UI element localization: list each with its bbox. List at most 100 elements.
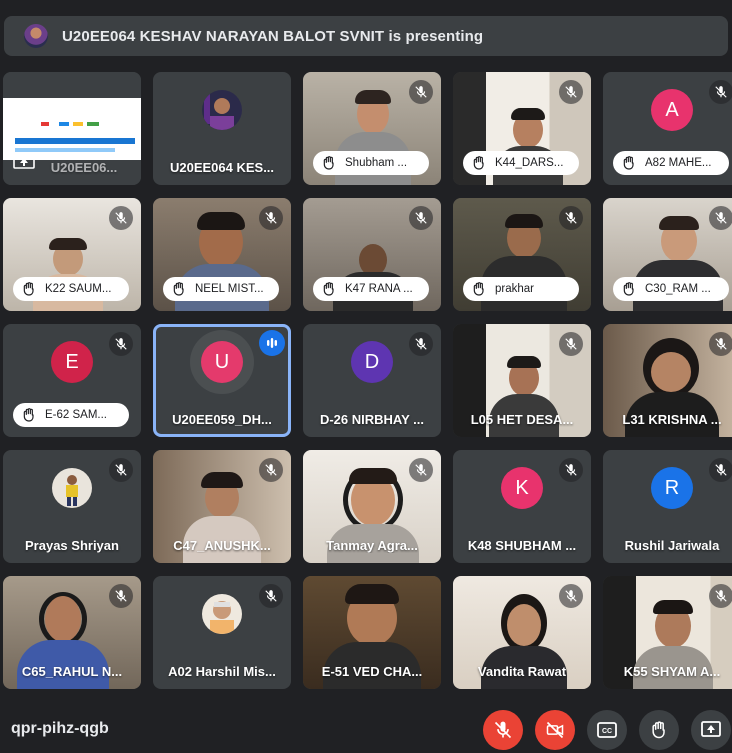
mic-off-icon bbox=[709, 206, 732, 230]
participant-tile[interactable]: R Rushil Jariwala bbox=[603, 450, 732, 563]
participant-name: C65_RAHUL N... bbox=[21, 664, 123, 679]
hand-raised-icon bbox=[623, 156, 634, 170]
mic-off-icon bbox=[559, 458, 583, 482]
avatar bbox=[202, 90, 242, 130]
participant-tile[interactable]: U20EE064 KES... bbox=[153, 72, 291, 185]
participant-tile[interactable]: K47 RANA ... bbox=[303, 198, 441, 311]
hand-raised-badge: K47 RANA ... bbox=[313, 277, 429, 301]
participant-name: C30_RAM ... bbox=[645, 283, 711, 295]
camera-toggle-button[interactable] bbox=[535, 710, 575, 750]
hand-raised-badge: E-62 SAM... bbox=[13, 403, 129, 427]
mic-off-icon bbox=[559, 206, 583, 230]
mic-off-icon bbox=[259, 584, 283, 608]
screen-share-icon bbox=[701, 721, 721, 737]
participant-name: E-51 VED CHA... bbox=[321, 664, 423, 679]
mic-off-icon bbox=[109, 458, 133, 482]
participant-tile[interactable]: E E-62 SAM... bbox=[3, 324, 141, 437]
meeting-code: qpr-pihz-qgb bbox=[11, 720, 109, 737]
participant-name: L31 KRISHNA ... bbox=[622, 412, 722, 427]
captions-icon: CC bbox=[597, 722, 617, 738]
avatar bbox=[52, 468, 92, 508]
presenting-text: U20EE064 KESHAV NARAYAN BALOT SVNIT is p… bbox=[62, 27, 484, 45]
mic-off-icon bbox=[494, 721, 512, 739]
participant-name: L05 HET DESA... bbox=[470, 412, 574, 427]
participant-name: K22 SAUM... bbox=[45, 283, 112, 295]
captions-button[interactable]: CC bbox=[587, 710, 627, 750]
participant-tile[interactable]: K K48 SHUBHAM ... bbox=[453, 450, 591, 563]
mic-off-icon bbox=[259, 206, 283, 230]
avatar bbox=[202, 594, 242, 634]
mic-off-icon bbox=[559, 584, 583, 608]
avatar: U bbox=[201, 341, 243, 383]
hand-raised-badge: prakhar bbox=[463, 277, 579, 301]
raise-hand-button[interactable] bbox=[639, 710, 679, 750]
participant-name: K44_DARS... bbox=[495, 157, 564, 169]
hand-raised-badge: A82 MAHE... bbox=[613, 151, 729, 175]
participant-tile[interactable]: L31 KRISHNA ... bbox=[603, 324, 732, 437]
mic-off-icon bbox=[559, 80, 583, 104]
mic-off-icon bbox=[109, 584, 133, 608]
participant-name: K55 SHYAM A... bbox=[623, 664, 721, 679]
participant-name: E-62 SAM... bbox=[45, 409, 107, 421]
participant-tile[interactable]: A02 Harshil Mis... bbox=[153, 576, 291, 689]
hand-raised-icon bbox=[173, 282, 184, 296]
svg-text:CC: CC bbox=[602, 728, 612, 735]
hand-raised-badge: K44_DARS... bbox=[463, 151, 579, 175]
presenting-banner: U20EE064 KESHAV NARAYAN BALOT SVNIT is p… bbox=[4, 16, 728, 56]
mic-off-icon bbox=[709, 458, 732, 482]
hand-raised-icon bbox=[23, 282, 34, 296]
mic-off-icon bbox=[709, 80, 732, 104]
mic-toggle-button[interactable] bbox=[483, 710, 523, 750]
participant-name: K47 RANA ... bbox=[345, 283, 413, 295]
participant-tile[interactable]: C30_RAM ... bbox=[603, 198, 732, 311]
participant-name: Vandita Rawat bbox=[477, 664, 567, 679]
hand-raised-icon bbox=[323, 156, 334, 170]
participant-name: Shubham ... bbox=[345, 157, 408, 169]
participant-tile[interactable]: K22 SAUM... bbox=[3, 198, 141, 311]
hand-raised-badge: NEEL MIST... bbox=[163, 277, 279, 301]
hand-raised-icon bbox=[473, 282, 484, 296]
participant-tile[interactable]: U20EE06... bbox=[3, 72, 141, 185]
participant-name: Tanmay Agra... bbox=[326, 538, 418, 553]
participant-name: A02 Harshil Mis... bbox=[168, 664, 276, 679]
speaking-indicator-icon bbox=[259, 330, 285, 356]
hand-raised-badge: K22 SAUM... bbox=[13, 277, 129, 301]
mic-off-icon bbox=[109, 206, 133, 230]
participant-tile[interactable]: C65_RAHUL N... bbox=[3, 576, 141, 689]
hand-raised-icon bbox=[473, 156, 484, 170]
participant-tile[interactable]: K55 SHYAM A... bbox=[603, 576, 732, 689]
participant-name: C47_ANUSHK... bbox=[173, 538, 271, 553]
participant-name: A82 MAHE... bbox=[645, 157, 712, 169]
mic-off-icon bbox=[259, 458, 283, 482]
hand-raised-badge: Shubham ... bbox=[313, 151, 429, 175]
participant-tile[interactable]: L05 HET DESA... bbox=[453, 324, 591, 437]
participant-tile[interactable]: E-51 VED CHA... bbox=[303, 576, 441, 689]
participant-tile[interactable]: U U20EE059_DH... bbox=[153, 324, 291, 437]
control-bar: qpr-pihz-qgb CC bbox=[0, 700, 732, 753]
participant-tile[interactable]: Tanmay Agra... bbox=[303, 450, 441, 563]
mic-off-icon bbox=[409, 206, 433, 230]
presenter-avatar bbox=[24, 24, 48, 48]
hand-raised-icon bbox=[623, 282, 634, 296]
mic-off-icon bbox=[409, 458, 433, 482]
avatar: K bbox=[501, 467, 543, 509]
participant-name: U20EE06... bbox=[50, 160, 118, 175]
participant-tile[interactable]: D D-26 NIRBHAY ... bbox=[303, 324, 441, 437]
participant-name: D-26 NIRBHAY ... bbox=[319, 412, 425, 427]
participant-name: Rushil Jariwala bbox=[624, 538, 720, 553]
participant-tile[interactable]: Prayas Shriyan bbox=[3, 450, 141, 563]
present-now-button[interactable] bbox=[691, 710, 731, 750]
participant-name: Prayas Shriyan bbox=[25, 538, 119, 553]
participant-tile[interactable]: A A82 MAHE... bbox=[603, 72, 732, 185]
participant-tile[interactable]: Shubham ... bbox=[303, 72, 441, 185]
avatar: D bbox=[351, 341, 393, 383]
camera-off-icon bbox=[546, 721, 564, 739]
avatar: E bbox=[51, 341, 93, 383]
participant-tile[interactable]: Vandita Rawat bbox=[453, 576, 591, 689]
participant-tile[interactable]: prakhar bbox=[453, 198, 591, 311]
participant-tile[interactable]: C47_ANUSHK... bbox=[153, 450, 291, 563]
mic-off-icon bbox=[409, 80, 433, 104]
mic-off-icon bbox=[559, 332, 583, 356]
participant-tile[interactable]: K44_DARS... bbox=[453, 72, 591, 185]
participant-tile[interactable]: NEEL MIST... bbox=[153, 198, 291, 311]
